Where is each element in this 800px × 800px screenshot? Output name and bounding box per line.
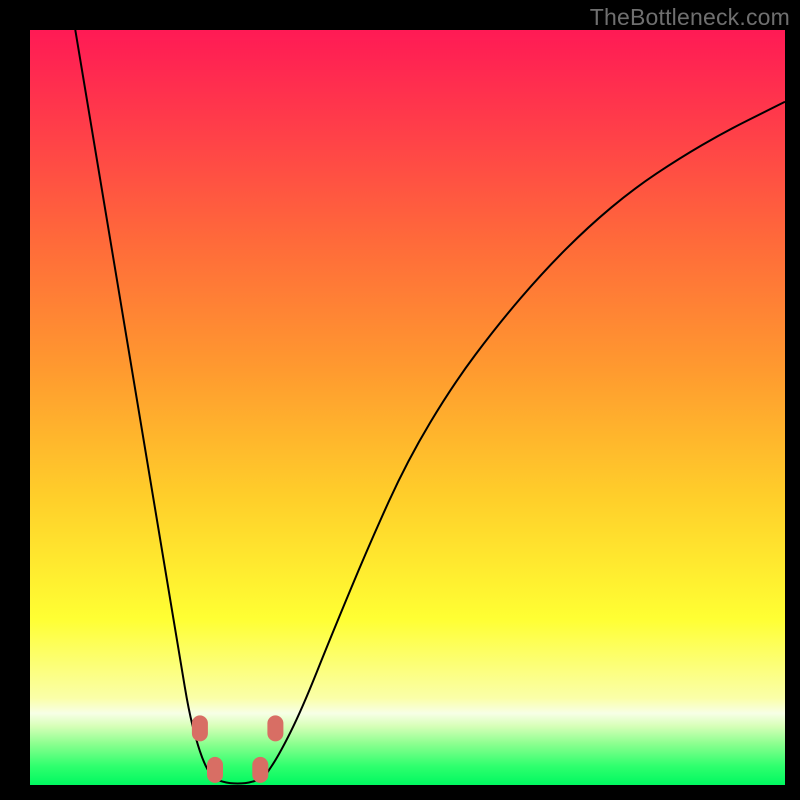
- valley-marker-1: [207, 757, 223, 783]
- valley-marker-2: [252, 757, 268, 783]
- valley-marker-3: [267, 715, 283, 741]
- plot-area: [30, 30, 785, 785]
- chart-stage: TheBottleneck.com: [0, 0, 800, 800]
- watermark-text: TheBottleneck.com: [590, 4, 790, 31]
- bottleneck-curve: [75, 30, 785, 783]
- valley-markers: [192, 715, 284, 783]
- valley-marker-0: [192, 715, 208, 741]
- curve-layer: [30, 30, 785, 785]
